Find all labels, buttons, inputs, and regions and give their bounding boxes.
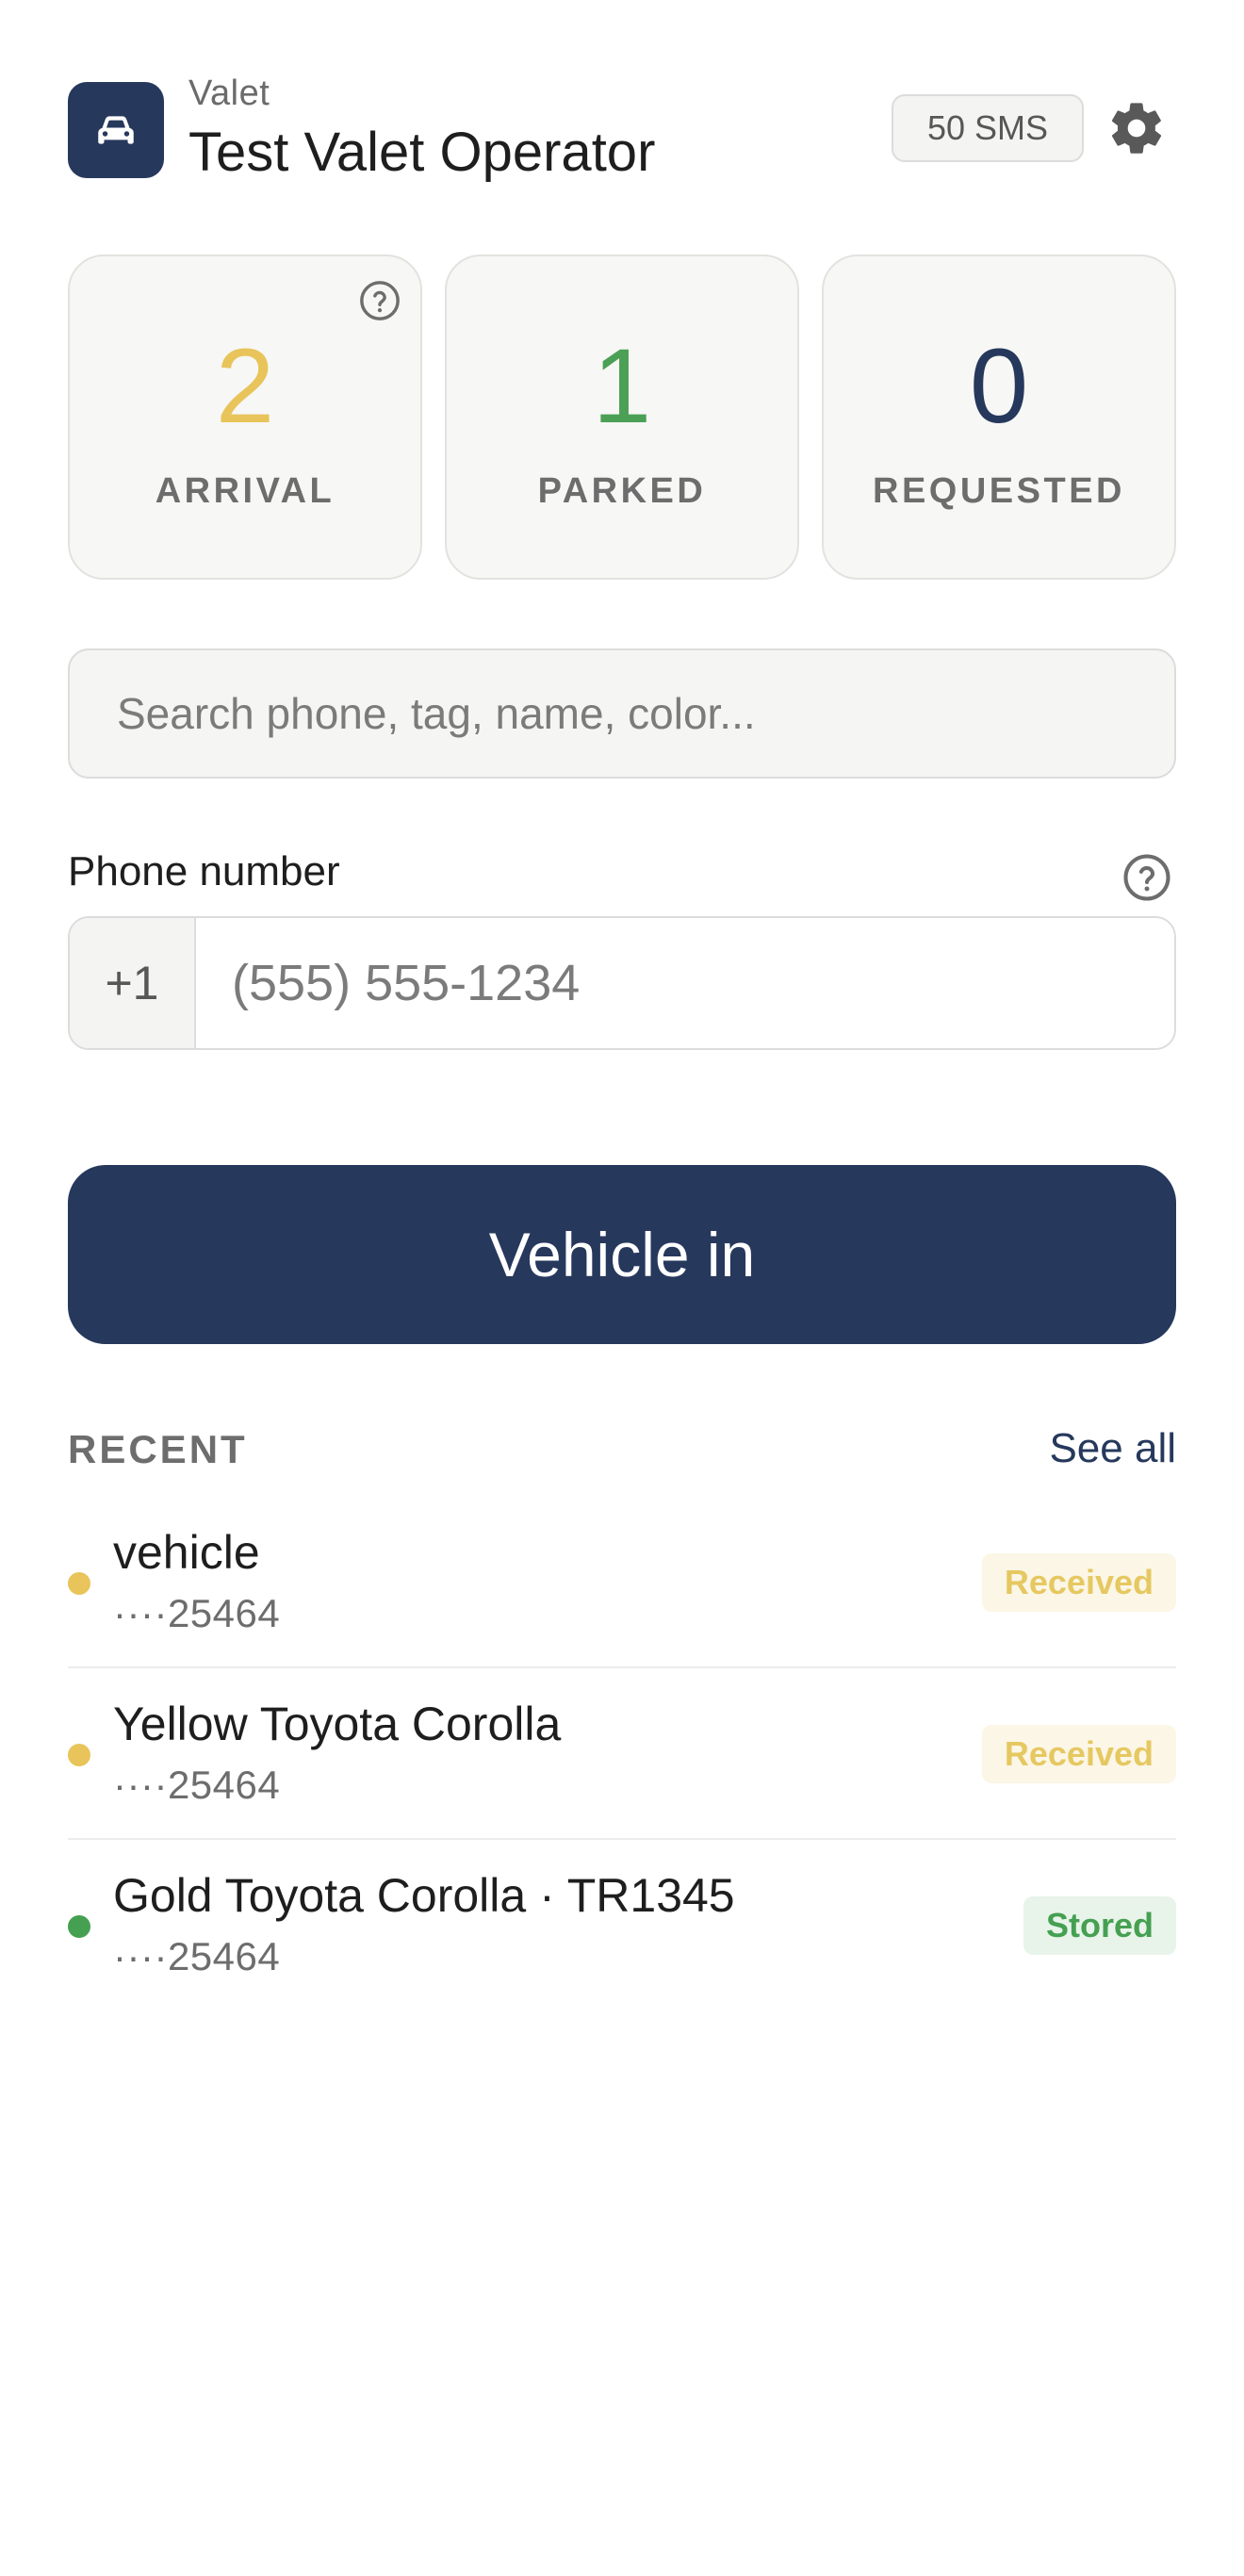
search-input[interactable]: [68, 648, 1176, 779]
stat-value-requested: 0: [969, 327, 1029, 445]
recent-item-phone: ····25464: [113, 1591, 281, 1635]
status-dot: [68, 1572, 90, 1595]
app-logo: [68, 82, 164, 178]
stat-value-arrival: 2: [215, 327, 275, 445]
recent-heading: RECENT: [68, 1427, 248, 1471]
help-circle-icon[interactable]: [358, 279, 401, 322]
help-circle-icon[interactable]: [1121, 852, 1172, 903]
recent-list: vehicle ····25464 Received Yellow Toyota…: [68, 1497, 1176, 2010]
sms-credit-badge[interactable]: 50 SMS: [892, 94, 1084, 162]
stat-label-requested: REQUESTED: [873, 471, 1125, 511]
operator-name: Test Valet Operator: [188, 122, 656, 183]
phone-number-field: +1: [68, 916, 1176, 1050]
recent-item-title: vehicle: [113, 1526, 260, 1579]
stats-row: 2 ARRIVAL 1 PARKED 0 REQUESTED: [68, 254, 1176, 580]
app-kicker: Valet: [188, 74, 270, 113]
phone-number-input[interactable]: [196, 918, 1174, 1048]
recent-item[interactable]: vehicle ····25464 Received: [68, 1497, 1176, 1668]
status-badge: Received: [981, 1725, 1176, 1783]
vehicle-in-button[interactable]: Vehicle in: [68, 1165, 1176, 1344]
stat-value-parked: 1: [592, 327, 652, 445]
stat-card-requested[interactable]: 0 REQUESTED: [822, 254, 1176, 580]
stat-label-arrival: ARRIVAL: [155, 471, 336, 511]
recent-item-phone: ····25464: [113, 1934, 281, 1978]
status-dot: [68, 1744, 90, 1766]
recent-item-title: Yellow Toyota Corolla: [113, 1698, 562, 1750]
settings-button[interactable]: [1105, 96, 1169, 160]
phone-number-label: Phone number: [68, 848, 340, 894]
country-code[interactable]: +1: [70, 918, 196, 1048]
recent-item-title: Gold Toyota Corolla · TR1345: [113, 1869, 735, 1922]
stat-label-parked: PARKED: [537, 471, 707, 511]
app-header: Valet Test Valet Operator 50 SMS: [68, 0, 1176, 254]
valet-app: Valet Test Valet Operator 50 SMS 2 ARRIV…: [0, 0, 1244, 2576]
recent-item-phone: ····25464: [113, 1763, 281, 1807]
stat-card-arrival[interactable]: 2 ARRIVAL: [68, 254, 422, 580]
status-badge: Received: [981, 1553, 1176, 1612]
status-dot: [68, 1915, 90, 1938]
recent-item[interactable]: Gold Toyota Corolla · TR1345 ····25464 S…: [68, 1840, 1176, 2010]
recent-item[interactable]: Yellow Toyota Corolla ····25464 Received: [68, 1668, 1176, 1840]
car-icon: [98, 116, 134, 144]
stat-card-parked[interactable]: 1 PARKED: [445, 254, 799, 580]
gear-icon: [1111, 103, 1162, 154]
see-all-link[interactable]: See all: [1049, 1425, 1176, 1472]
status-badge: Stored: [1023, 1896, 1176, 1955]
